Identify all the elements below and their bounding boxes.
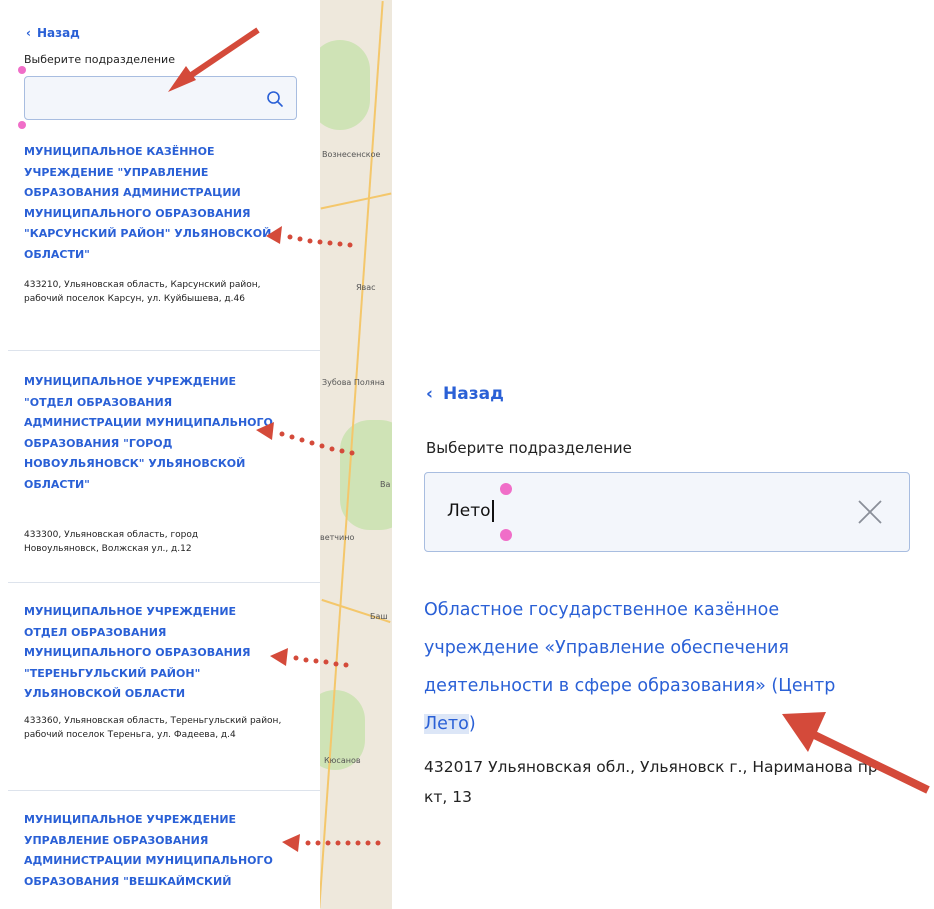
chevron-left-icon: ‹ — [26, 26, 31, 40]
divider — [8, 350, 320, 351]
map-place-label: Ва — [380, 480, 391, 489]
map-place-label: ветчино — [320, 533, 355, 542]
map-place-label: Кюсанов — [324, 756, 361, 765]
result-item-address: 433360, Ульяновская область, Тереньгульс… — [24, 716, 282, 740]
map-road — [320, 192, 392, 210]
result-item-name[interactable]: Областное государственное казённое учреж… — [424, 591, 884, 743]
result-item-name[interactable]: МУНИЦИПАЛЬНОЕ КАЗЁННОЕ УЧРЕЖДЕНИЕ "УПРАВ… — [24, 142, 274, 265]
back-link[interactable]: ‹ Назад — [426, 384, 504, 404]
result-item-name[interactable]: МУНИЦИПАЛЬНОЕ УЧРЕЖДЕНИЕ ОТДЕЛ ОБРАЗОВАН… — [24, 602, 274, 705]
selection-marker — [18, 121, 26, 129]
result-item-address: 433210, Ульяновская область, Карсунский … — [24, 280, 261, 304]
search-field[interactable] — [24, 76, 297, 120]
search-label: Выберите подразделение — [426, 439, 632, 457]
search-label: Выберите подразделение — [24, 53, 175, 66]
result-item-address: 433300, Ульяновская область, город Новоу… — [24, 530, 199, 554]
search-highlight: Лето — [424, 714, 469, 734]
selection-marker — [18, 66, 26, 74]
left-panel: ‹ Назад Выберите подразделение МУНИЦИПАЛЬ… — [0, 0, 320, 909]
result-item-name[interactable]: МУНИЦИПАЛЬНОЕ УЧРЕЖДЕНИЕ "ОТДЕЛ ОБРАЗОВА… — [24, 372, 274, 495]
divider — [8, 582, 320, 583]
map-place-label: Баш — [370, 612, 388, 621]
search-input[interactable] — [35, 77, 259, 119]
close-icon[interactable] — [855, 497, 885, 527]
map-place-label: Явас — [356, 283, 376, 292]
result-item-address: 432017 Ульяновская обл., Ульяновск г., Н… — [424, 758, 884, 806]
chevron-left-icon: ‹ — [426, 384, 434, 404]
zoomed-panel: ‹ Назад Выберите подразделение Лето Облас… — [392, 356, 934, 909]
text-caret — [491, 500, 494, 522]
back-link[interactable]: ‹ Назад — [26, 26, 80, 40]
search-icon[interactable] — [266, 90, 284, 108]
search-input[interactable]: Лето — [447, 500, 494, 522]
map-background[interactable]: Вознесенское Явас Зубова Поляна Ва ветчи… — [320, 0, 392, 909]
search-field[interactable]: Лето — [424, 472, 910, 552]
selection-marker — [500, 483, 512, 495]
divider — [8, 790, 320, 791]
map-forest — [320, 40, 370, 130]
map-place-label: Зубова Поляна — [322, 378, 385, 387]
map-place-label: Вознесенское — [322, 150, 381, 159]
result-item-name[interactable]: МУНИЦИПАЛЬНОЕ УЧРЕЖДЕНИЕ УПРАВЛЕНИЕ ОБРА… — [24, 810, 274, 892]
selection-marker — [500, 529, 512, 541]
